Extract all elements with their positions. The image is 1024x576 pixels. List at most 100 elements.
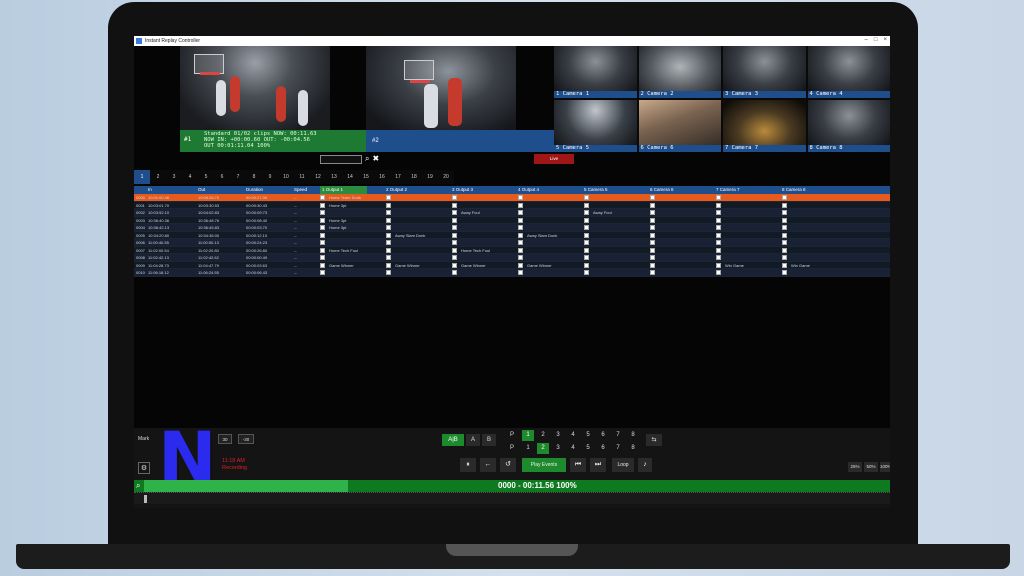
playlist-number-button[interactable]: 4 [567, 443, 579, 454]
table-row[interactable]: 0006 11:00:40.55 11:00:50.13 00:00:24.23 -- [134, 239, 890, 247]
timeline-scrubber[interactable] [134, 492, 890, 504]
playlist-number-button[interactable]: 8 [627, 443, 639, 454]
row-checkbox[interactable] [452, 195, 457, 200]
row-checkbox[interactable] [716, 210, 721, 215]
row-checkbox[interactable] [452, 217, 457, 223]
tab-page-2[interactable]: 2 [150, 170, 166, 184]
row-checkbox[interactable] [320, 270, 325, 275]
row-checkbox[interactable] [650, 210, 655, 215]
camera-tile[interactable]: 3 Camera 3 [723, 46, 806, 98]
row-checkbox[interactable] [518, 232, 523, 238]
loop-button[interactable]: Loop [612, 458, 634, 472]
row-checkbox[interactable] [386, 217, 391, 223]
zoom-50-button[interactable]: 50% [864, 462, 878, 472]
row-checkbox[interactable] [650, 270, 655, 275]
row-checkbox[interactable] [452, 255, 457, 260]
scrub-handle[interactable] [144, 495, 147, 503]
column-header[interactable]: Speed [294, 186, 307, 194]
table-row[interactable]: 0008 11:02:42.13 11:02:42.62 00:00:00.49 -- [134, 254, 890, 262]
row-checkbox[interactable] [452, 262, 457, 268]
tab-page-3[interactable]: 3 [166, 170, 182, 184]
pause-icon[interactable]: ⏸ [460, 458, 476, 472]
row-checkbox[interactable] [452, 225, 457, 230]
camera-tile[interactable]: 4 Camera 4 [807, 46, 890, 98]
camera-tile[interactable]: 7 Camera 7 [723, 100, 806, 152]
playlist-number-button[interactable]: 6 [597, 443, 609, 454]
tab-page-10[interactable]: 10 [278, 170, 294, 184]
row-checkbox[interactable] [452, 270, 457, 275]
zoom-100-button[interactable]: 100% [880, 462, 890, 472]
playlist-number-button[interactable]: 3 [552, 443, 564, 454]
plus-30-button[interactable]: 30 [218, 434, 232, 444]
column-header[interactable]: In [148, 186, 152, 194]
row-checkbox[interactable] [518, 270, 523, 275]
column-header[interactable]: 7 Camera 7 [716, 186, 740, 194]
row-checkbox[interactable] [716, 217, 721, 223]
row-checkbox[interactable] [782, 247, 787, 253]
table-row[interactable]: 0001 10:03:01.70 10:03:30.53 00:00:30.43 -- H… [134, 201, 890, 209]
a-button[interactable]: A [466, 434, 480, 446]
row-checkbox[interactable] [320, 255, 325, 260]
minus-30-button[interactable]: -30 [238, 434, 254, 444]
maximize-icon[interactable]: □ [874, 37, 878, 43]
tab-page-18[interactable]: 18 [406, 170, 422, 184]
row-checkbox[interactable] [386, 202, 391, 208]
row-checkbox[interactable] [584, 217, 589, 223]
playlist-number-button[interactable]: 7 [612, 443, 624, 454]
row-checkbox[interactable] [584, 255, 589, 260]
playlist-number-button[interactable]: 5 [582, 430, 594, 441]
row-checkbox[interactable] [782, 202, 787, 208]
music-icon[interactable]: ♪ [638, 458, 652, 472]
gear-icon[interactable]: ⚙ [138, 462, 150, 474]
column-header[interactable]: 5 Camera 5 [584, 186, 608, 194]
row-checkbox[interactable] [650, 225, 655, 230]
row-checkbox[interactable] [584, 225, 589, 230]
row-checkbox[interactable] [518, 247, 523, 253]
row-checkbox[interactable] [650, 202, 655, 208]
row-checkbox[interactable] [320, 247, 325, 253]
row-checkbox[interactable] [452, 240, 457, 245]
row-checkbox[interactable] [320, 217, 325, 223]
row-checkbox[interactable] [518, 225, 523, 230]
row-checkbox[interactable] [518, 217, 523, 223]
swap-icon[interactable]: ⇆ [646, 434, 662, 446]
row-checkbox[interactable] [782, 232, 787, 238]
row-checkbox[interactable] [518, 195, 523, 200]
row-checkbox[interactable] [452, 202, 457, 208]
playlist-number-button[interactable]: 7 [612, 430, 624, 441]
column-header[interactable]: 8 Camera 8 [782, 186, 806, 194]
row-checkbox[interactable] [518, 210, 523, 215]
camera-tile[interactable]: 6 Camera 6 [638, 100, 721, 152]
progress-bar[interactable]: ⌕ 0000 - 00:11.56 100% [134, 480, 890, 492]
row-checkbox[interactable] [650, 247, 655, 253]
ab-button[interactable]: A|B [442, 434, 464, 446]
tab-page-1[interactable]: 1 [134, 170, 150, 184]
tab-page-9[interactable]: 9 [262, 170, 278, 184]
magnifier-icon[interactable]: ⌕ [136, 481, 140, 491]
minimize-icon[interactable]: – [865, 37, 868, 43]
row-checkbox[interactable] [518, 240, 523, 245]
tab-page-7[interactable]: 7 [230, 170, 246, 184]
row-checkbox[interactable] [782, 255, 787, 260]
column-header[interactable]: 2 Output 2 [386, 186, 407, 194]
row-checkbox[interactable] [782, 225, 787, 230]
tab-page-5[interactable]: 5 [198, 170, 214, 184]
row-checkbox[interactable] [320, 225, 325, 230]
row-checkbox[interactable] [386, 270, 391, 275]
row-checkbox[interactable] [320, 232, 325, 238]
row-checkbox[interactable] [782, 262, 787, 268]
row-checkbox[interactable] [716, 247, 721, 253]
row-checkbox[interactable] [716, 270, 721, 275]
row-checkbox[interactable] [584, 202, 589, 208]
back-arrow-icon[interactable]: ← [480, 458, 496, 472]
table-row[interactable]: 0002 10:03:52.10 10:04:02.83 00:00:09.73 -- A… [134, 209, 890, 217]
camera-tile[interactable]: 1 Camera 1 [554, 46, 637, 98]
column-header[interactable]: 4 Output 4 [518, 186, 539, 194]
row-checkbox[interactable] [716, 202, 721, 208]
row-checkbox[interactable] [320, 210, 325, 215]
skip-forward-icon[interactable]: ⏭ [590, 458, 606, 472]
play-events-button[interactable]: Play Events [522, 458, 566, 472]
tab-page-15[interactable]: 15 [358, 170, 374, 184]
row-checkbox[interactable] [782, 217, 787, 223]
row-checkbox[interactable] [650, 217, 655, 223]
